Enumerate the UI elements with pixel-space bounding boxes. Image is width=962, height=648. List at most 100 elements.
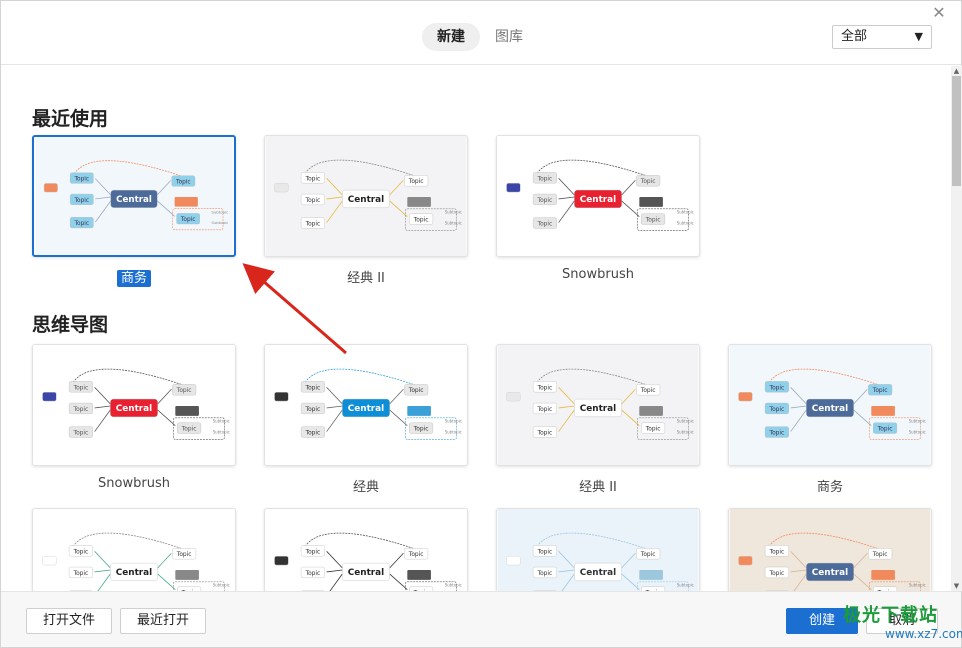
tab-new[interactable]: 新建 <box>422 23 480 51</box>
svg-text:Topic: Topic <box>180 217 196 223</box>
template-card-snowbrush[interactable]: Topic Topic Topic Topic Topic Subtopic Subto… <box>32 344 236 466</box>
svg-text:Central: Central <box>116 404 152 414</box>
svg-text:Subtopic: Subtopic <box>211 220 228 225</box>
template-card-label: 商务 <box>728 476 932 495</box>
svg-text:Topic: Topic <box>536 385 552 391</box>
svg-text:Topic: Topic <box>304 198 320 204</box>
svg-text:Topic: Topic <box>536 176 552 182</box>
svg-text:Topic: Topic <box>645 218 661 224</box>
template-card-beige[interactable]: TopicTopicTopicTopicTopic Subtopic Subto… <box>728 508 932 591</box>
svg-text:Central: Central <box>348 404 384 414</box>
template-card-classic2[interactable]: Topic Topic Topic Topic Topic Subtopic Subto… <box>496 344 700 466</box>
svg-text:Topic: Topic <box>768 431 784 437</box>
svg-text:Central: Central <box>580 568 616 578</box>
category-filter-select[interactable]: 全部 ▼ <box>832 25 932 49</box>
template-card-label-text: 经典 II <box>347 271 385 286</box>
close-icon[interactable]: ✕ <box>931 5 947 21</box>
svg-text:Topic: Topic <box>408 552 424 558</box>
scroll-thumb[interactable] <box>952 76 961 186</box>
template-card-label: 经典 II <box>264 267 468 286</box>
template-card-label: Snowbrush <box>496 267 700 282</box>
watermark-url: www.xz7.com <box>885 627 962 641</box>
svg-text:Topic: Topic <box>304 222 320 228</box>
template-thumbnail: TopicTopicTopicTopicTopic Subtopic Subto… <box>265 509 467 591</box>
template-card-mono[interactable]: TopicTopicTopicTopicTopic Subtopic Subto… <box>264 508 468 591</box>
svg-text:Central: Central <box>580 195 616 205</box>
watermark-logo: 极光下载站 www.xz7.com <box>843 601 962 645</box>
template-card-business[interactable]: Topic Topic Topic Topic Topic Subtopic Subto… <box>32 135 236 257</box>
svg-text:Topic: Topic <box>640 552 656 558</box>
template-card-label-text: 商务 <box>116 270 151 287</box>
template-card-classic2[interactable]: Topic Topic Topic Topic Topic Subtopic Subto… <box>264 135 468 257</box>
scroll-down-arrow-icon[interactable]: ▼ <box>951 581 962 591</box>
template-card-label: 经典 II <box>496 476 700 495</box>
recent-open-button[interactable]: 最近打开 <box>120 608 206 634</box>
template-thumbnail: TopicTopicTopicTopicTopic Subtopic Subto… <box>35 137 233 255</box>
template-thumbnail: Topic Topic Topic Topic Topic Subtopic Subto… <box>265 136 467 256</box>
svg-text:Topic: Topic <box>536 198 552 204</box>
template-card-snowbrush[interactable]: Topic Topic Topic Topic Topic Subtopic Subto… <box>496 135 700 257</box>
section-title-mindmap: 思维导图 <box>32 314 109 336</box>
template-thumbnail: TopicTopicTopicTopicTopic Subtopic Subto… <box>33 345 235 465</box>
svg-text:Topic: Topic <box>536 549 552 555</box>
svg-text:Topic: Topic <box>72 571 88 577</box>
template-card-label-text: 商务 <box>816 480 843 495</box>
svg-text:Topic: Topic <box>72 549 88 555</box>
template-card-business[interactable]: Topic Topic Topic Topic Topic Subtopic Subto… <box>728 344 932 466</box>
tab-bar: 新建 图库 <box>422 23 538 51</box>
svg-text:Central: Central <box>116 195 152 205</box>
svg-text:Subtopic: Subtopic <box>445 583 462 588</box>
tab-gallery[interactable]: 图库 <box>480 23 538 51</box>
svg-text:Topic: Topic <box>768 407 784 413</box>
svg-text:Topic: Topic <box>640 179 656 185</box>
svg-text:Subtopic: Subtopic <box>445 221 462 226</box>
open-file-button[interactable]: 打开文件 <box>26 608 112 634</box>
dialog-footer: 打开文件 最近打开 创建 取消 <box>1 591 961 647</box>
template-thumbnail: TopicTopicTopicTopicTopic Subtopic Subto… <box>265 345 467 465</box>
template-thumbnail: TopicTopicTopicTopicTopic Subtopic Subto… <box>497 509 699 591</box>
template-thumbnail: TopicTopicTopicTopicTopic Subtopic Subto… <box>729 345 931 465</box>
svg-text:Topic: Topic <box>304 431 320 437</box>
svg-text:Topic: Topic <box>175 179 191 185</box>
svg-text:Topic: Topic <box>872 388 888 394</box>
dialog-header: 新建 图库 全部 ▼ ✕ <box>1 1 961 65</box>
svg-text:Topic: Topic <box>408 179 424 185</box>
svg-text:Subtopic: Subtopic <box>677 419 694 424</box>
svg-text:Topic: Topic <box>304 549 320 555</box>
scroll-up-arrow-icon[interactable]: ▲ <box>951 66 962 76</box>
svg-text:Subtopic: Subtopic <box>909 583 926 588</box>
svg-text:Central: Central <box>348 195 384 205</box>
svg-text:Subtopic: Subtopic <box>677 210 694 215</box>
template-thumbnail: TopicTopicTopicTopicTopic Subtopic Subto… <box>497 136 699 256</box>
svg-text:Topic: Topic <box>877 427 893 433</box>
svg-text:Central: Central <box>348 568 384 578</box>
svg-text:Subtopic: Subtopic <box>445 210 462 215</box>
svg-text:Topic: Topic <box>413 218 429 224</box>
template-card-lightblue[interactable]: TopicTopicTopicTopicTopic Subtopic Subto… <box>496 508 700 591</box>
template-card-colorful[interactable]: TopicTopicTopicTopicTopic Subtopic Subto… <box>32 508 236 591</box>
template-thumbnail: TopicTopicTopicTopicTopic Subtopic Subto… <box>33 509 235 591</box>
template-card-classic[interactable]: Topic Topic Topic Topic Topic Subtopic Subto… <box>264 344 468 466</box>
svg-text:Topic: Topic <box>72 407 88 413</box>
svg-text:Topic: Topic <box>536 222 552 228</box>
svg-text:Topic: Topic <box>304 571 320 577</box>
section-title-recent: 最近使用 <box>32 108 109 130</box>
svg-text:Topic: Topic <box>304 176 320 182</box>
template-thumbnail: TopicTopicTopicTopicTopic Subtopic Subto… <box>497 345 699 465</box>
svg-text:Topic: Topic <box>176 552 192 558</box>
svg-text:Subtopic: Subtopic <box>677 583 694 588</box>
svg-text:Topic: Topic <box>176 388 192 394</box>
svg-text:Topic: Topic <box>73 177 89 183</box>
svg-text:Topic: Topic <box>181 427 197 433</box>
svg-text:Topic: Topic <box>768 385 784 391</box>
chevron-down-icon: ▼ <box>914 30 923 43</box>
svg-text:Topic: Topic <box>640 388 656 394</box>
svg-text:Topic: Topic <box>408 388 424 394</box>
svg-text:Central: Central <box>116 568 152 578</box>
vertical-scrollbar[interactable]: ▲ ▼ <box>951 66 962 591</box>
svg-text:Subtopic: Subtopic <box>213 419 230 424</box>
svg-text:Topic: Topic <box>73 221 89 227</box>
template-card-label-text: Snowbrush <box>98 476 170 491</box>
template-card-label-text: Snowbrush <box>562 267 634 282</box>
svg-text:Subtopic: Subtopic <box>677 430 694 435</box>
